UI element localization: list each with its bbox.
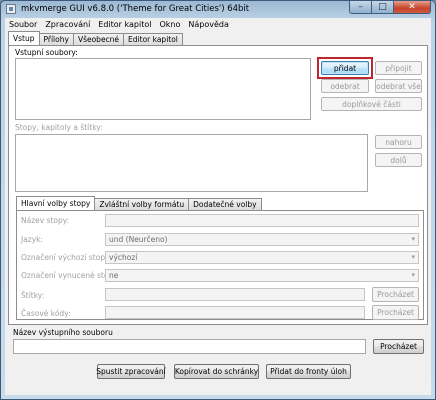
close-button[interactable]: ✕	[393, 1, 431, 14]
tab-chapter-editor[interactable]: Editor kapitol	[123, 33, 183, 45]
menu-processing[interactable]: Zpracování	[41, 20, 94, 29]
menu-bar: Soubor Zpracování Editor kapitol Okno Ná…	[5, 18, 431, 31]
add-to-job-queue-button[interactable]: Přidat do fronty úloh	[266, 364, 351, 379]
move-down-button[interactable]: dolů	[375, 153, 422, 167]
input-tab-panel: Vstupní soubory: přidat připojit odebrat…	[8, 45, 428, 325]
tags-label: Štítky:	[21, 291, 45, 300]
start-muxing-button[interactable]: Spustit zpracování	[96, 364, 166, 379]
add-button-highlight	[317, 57, 373, 79]
maximize-button[interactable]: □	[371, 1, 393, 14]
app-icon	[6, 4, 16, 14]
tab-global[interactable]: Všeobecné	[72, 33, 125, 45]
remove-button[interactable]: odebrat	[321, 79, 369, 93]
title-bar[interactable]: mkvmerge GUI v6.8.0 ('Theme for Great Ci…	[1, 1, 435, 18]
track-name-label: Název stopy:	[21, 216, 70, 225]
forced-track-select[interactable]: ne	[105, 269, 419, 282]
menu-chapter-editor[interactable]: Editor kapitol	[94, 20, 155, 29]
window-title: mkvmerge GUI v6.8.0 ('Theme for Great Ci…	[21, 4, 250, 14]
main-tabs: Vstup Přílohy Všeobecné Editor kapitol	[8, 31, 183, 45]
tracks-list[interactable]	[15, 134, 368, 192]
tab-input[interactable]: Vstup	[8, 31, 40, 45]
timecodes-browse-button[interactable]: Procházet	[372, 305, 419, 320]
tab-format-options[interactable]: Zvláštní volby formátu	[94, 198, 190, 210]
minimize-button[interactable]: –	[349, 1, 371, 14]
language-select[interactable]: und (Neurčeno)	[105, 233, 419, 246]
menu-window[interactable]: Okno	[155, 20, 184, 29]
tags-browse-button[interactable]: Procházet	[372, 287, 419, 302]
output-browse-button[interactable]: Procházet	[373, 339, 424, 354]
menu-help[interactable]: Nápověda	[184, 20, 233, 29]
move-up-button[interactable]: nahoru	[375, 135, 422, 149]
track-name-input[interactable]	[105, 214, 419, 227]
track-options-panel: Název stopy: Jazyk: und (Neurčeno) Označ…	[16, 210, 424, 320]
default-track-label: Označení výchozí stopy:	[21, 253, 112, 262]
language-label: Jazyk:	[21, 235, 44, 244]
tab-attachments[interactable]: Přílohy	[38, 33, 74, 45]
window-controls: – □ ✕	[349, 1, 431, 14]
main-window: mkvmerge GUI v6.8.0 ('Theme for Great Ci…	[0, 0, 436, 400]
timecodes-input[interactable]	[105, 306, 365, 319]
timecodes-label: Časové kódy:	[21, 309, 71, 318]
menu-file[interactable]: Soubor	[5, 20, 41, 29]
output-filename-label: Název výstupního souboru	[13, 328, 113, 337]
track-option-tabs: Hlavní volby stopy Zvláštní volby formát…	[16, 196, 262, 210]
output-filename-input[interactable]	[13, 339, 366, 354]
tags-input[interactable]	[105, 288, 365, 301]
tracks-label: Stopy, kapitoly a štítky:	[15, 123, 103, 132]
additional-parts-button[interactable]: doplňkové části	[321, 97, 422, 111]
input-files-label: Vstupní soubory:	[15, 48, 78, 57]
input-files-list[interactable]	[15, 58, 311, 120]
client-area: Vstup Přílohy Všeobecné Editor kapitol V…	[5, 31, 431, 395]
append-button[interactable]: připojit	[375, 61, 422, 75]
default-track-select[interactable]: výchozí	[105, 251, 419, 264]
tab-extra-options[interactable]: Dodatečné volby	[188, 198, 262, 210]
remove-all-button[interactable]: odebrat vše	[375, 79, 422, 93]
copy-to-clipboard-button[interactable]: Kopírovat do schránky	[174, 364, 259, 379]
tab-main-track-options[interactable]: Hlavní volby stopy	[16, 196, 96, 210]
